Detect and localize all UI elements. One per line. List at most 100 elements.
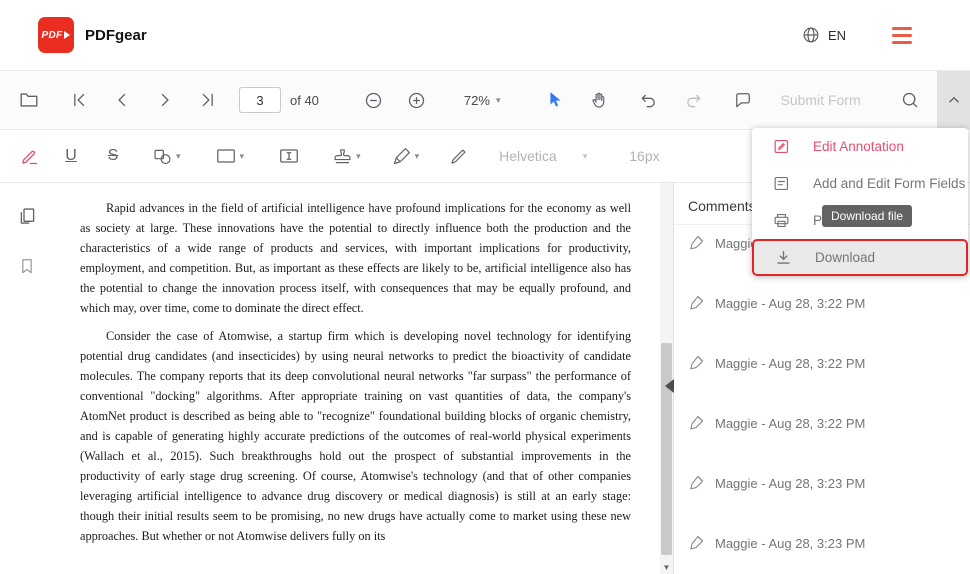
page-thumbnails-button[interactable] bbox=[12, 201, 42, 231]
zoom-in-button[interactable] bbox=[402, 85, 432, 115]
zoom-level-label: 72% bbox=[464, 93, 490, 108]
strikethrough-icon: S bbox=[108, 147, 119, 165]
chevron-down-icon: ▾ bbox=[240, 152, 245, 161]
chevron-down-icon: ▾ bbox=[356, 152, 361, 161]
first-page-button[interactable] bbox=[64, 85, 94, 115]
paragraph: Rapid advances in the field of artificia… bbox=[80, 198, 631, 318]
hand-icon bbox=[589, 90, 609, 110]
strikethrough-tool-button[interactable]: S bbox=[98, 141, 128, 171]
ink-tool-dropdown[interactable]: ▾ bbox=[391, 146, 420, 167]
chevron-down-icon: ▾ bbox=[496, 96, 501, 105]
previous-page-button[interactable] bbox=[107, 85, 137, 115]
last-page-icon bbox=[198, 90, 218, 110]
menu-item-label: Add and Edit Form Fields bbox=[813, 176, 965, 191]
language-label: EN bbox=[828, 28, 846, 43]
comment-list: Maggie - Aug 28, 3:22 PM Maggie - Aug 28… bbox=[674, 225, 970, 574]
comment-item[interactable]: Maggie - Aug 28, 3:23 PM bbox=[674, 525, 970, 574]
pen-nib-icon bbox=[688, 294, 705, 311]
download-icon bbox=[774, 248, 793, 267]
logo-text: PDF bbox=[42, 30, 63, 41]
form-fields-icon bbox=[772, 174, 791, 193]
comment-text: Maggie - Aug 28, 3:22 PM bbox=[715, 354, 865, 371]
search-icon bbox=[900, 90, 920, 110]
pdf-viewport[interactable]: Rapid advances in the field of artificia… bbox=[54, 183, 673, 574]
text-field-tool-button[interactable] bbox=[274, 141, 304, 171]
highlighter-icon bbox=[19, 146, 40, 167]
redo-icon bbox=[683, 90, 703, 110]
brush-tool-button[interactable] bbox=[443, 141, 473, 171]
comment-item[interactable]: Maggie - Aug 28, 3:23 PM bbox=[674, 465, 970, 525]
globe-icon bbox=[801, 25, 821, 45]
logo-arrow-icon bbox=[64, 31, 70, 39]
menu-item-edit-annotation[interactable]: Edit Annotation bbox=[752, 128, 968, 165]
edit-annotation-icon bbox=[772, 137, 791, 156]
comment-item[interactable]: Maggie - Aug 28, 3:22 PM bbox=[674, 345, 970, 405]
zoom-out-icon bbox=[363, 90, 384, 111]
pen-nib-icon bbox=[688, 474, 705, 491]
stamp-icon bbox=[332, 146, 353, 167]
paragraph: Consider the case of Atomwise, a startup… bbox=[80, 326, 631, 546]
last-page-button[interactable] bbox=[193, 85, 223, 115]
pdfgear-logo: PDF bbox=[38, 17, 74, 53]
left-rail bbox=[0, 183, 54, 574]
pointer-icon bbox=[545, 90, 565, 110]
comment-tool-button[interactable] bbox=[728, 85, 758, 115]
comment-text: Maggie - Aug 28, 3:22 PM bbox=[715, 414, 865, 431]
chevron-right-icon bbox=[155, 90, 175, 110]
menu-item-label: Download bbox=[815, 250, 875, 265]
language-selector[interactable]: EN bbox=[801, 25, 846, 45]
chevron-down-icon: ▾ bbox=[415, 152, 420, 161]
chevron-left-icon bbox=[112, 90, 132, 110]
image-tool-dropdown[interactable]: ▾ bbox=[215, 145, 245, 167]
hand-tool-button[interactable] bbox=[584, 85, 614, 115]
brush-icon bbox=[448, 146, 469, 167]
pdf-page: Rapid advances in the field of artificia… bbox=[54, 183, 673, 546]
underline-tool-button[interactable]: U bbox=[56, 141, 86, 171]
page-number-input[interactable] bbox=[239, 87, 281, 113]
submit-form-label: Submit Form bbox=[780, 92, 860, 108]
context-menu: Edit Annotation Add and Edit Form Fields… bbox=[752, 128, 968, 276]
bookmark-icon bbox=[17, 256, 37, 276]
zoom-out-button[interactable] bbox=[359, 85, 389, 115]
chevron-down-icon: ▾ bbox=[583, 152, 588, 161]
shapes-icon bbox=[152, 146, 173, 167]
app-title: PDFgear bbox=[85, 27, 147, 44]
page-count-label: of 40 bbox=[290, 93, 319, 108]
font-size-dropdown[interactable]: 16px bbox=[629, 148, 659, 164]
comment-item[interactable]: Maggie - Aug 28, 3:22 PM bbox=[674, 405, 970, 465]
redo-button[interactable] bbox=[678, 85, 708, 115]
menu-item-form-fields[interactable]: Add and Edit Form Fields bbox=[752, 165, 968, 202]
comment-text: Maggie - Aug 28, 3:22 PM bbox=[715, 294, 865, 311]
menu-item-download[interactable]: Download bbox=[752, 239, 968, 276]
open-file-button[interactable] bbox=[14, 85, 44, 115]
select-tool-button[interactable] bbox=[540, 85, 570, 115]
scroll-down-button[interactable]: ▼ bbox=[660, 561, 673, 573]
stamp-tool-dropdown[interactable]: ▾ bbox=[332, 146, 361, 167]
menu-item-label: Edit Annotation bbox=[813, 139, 904, 154]
bookmarks-button[interactable] bbox=[12, 251, 42, 281]
panel-collapse-button[interactable] bbox=[665, 379, 674, 393]
zoom-level-dropdown[interactable]: 72% ▾ bbox=[464, 93, 501, 108]
comment-item[interactable]: Maggie - Aug 28, 3:22 PM bbox=[674, 285, 970, 345]
download-tooltip: Download file bbox=[822, 205, 912, 227]
highlight-tool-button[interactable] bbox=[14, 141, 44, 171]
app-header: PDF PDFgear EN bbox=[0, 0, 970, 70]
search-button[interactable] bbox=[895, 85, 925, 115]
image-icon bbox=[215, 145, 237, 167]
first-page-icon bbox=[69, 90, 89, 110]
pen-nib-icon bbox=[688, 534, 705, 551]
main-menu-button[interactable] bbox=[892, 27, 912, 44]
next-page-button[interactable] bbox=[150, 85, 180, 115]
folder-icon bbox=[18, 89, 40, 111]
scrollbar-thumb[interactable] bbox=[661, 343, 672, 555]
font-size-label: 16px bbox=[629, 148, 659, 164]
zoom-in-icon bbox=[406, 90, 427, 111]
shape-tool-dropdown[interactable]: ▾ bbox=[152, 146, 181, 167]
hamburger-icon bbox=[892, 27, 912, 30]
chevron-up-icon bbox=[945, 91, 963, 109]
comment-text: Maggie - Aug 28, 3:23 PM bbox=[715, 474, 865, 491]
undo-button[interactable] bbox=[634, 85, 664, 115]
font-family-dropdown[interactable]: Helvetica ▾ bbox=[499, 148, 587, 164]
collapse-toolbar-button[interactable] bbox=[937, 71, 970, 129]
comment-bubble-icon bbox=[733, 90, 753, 110]
